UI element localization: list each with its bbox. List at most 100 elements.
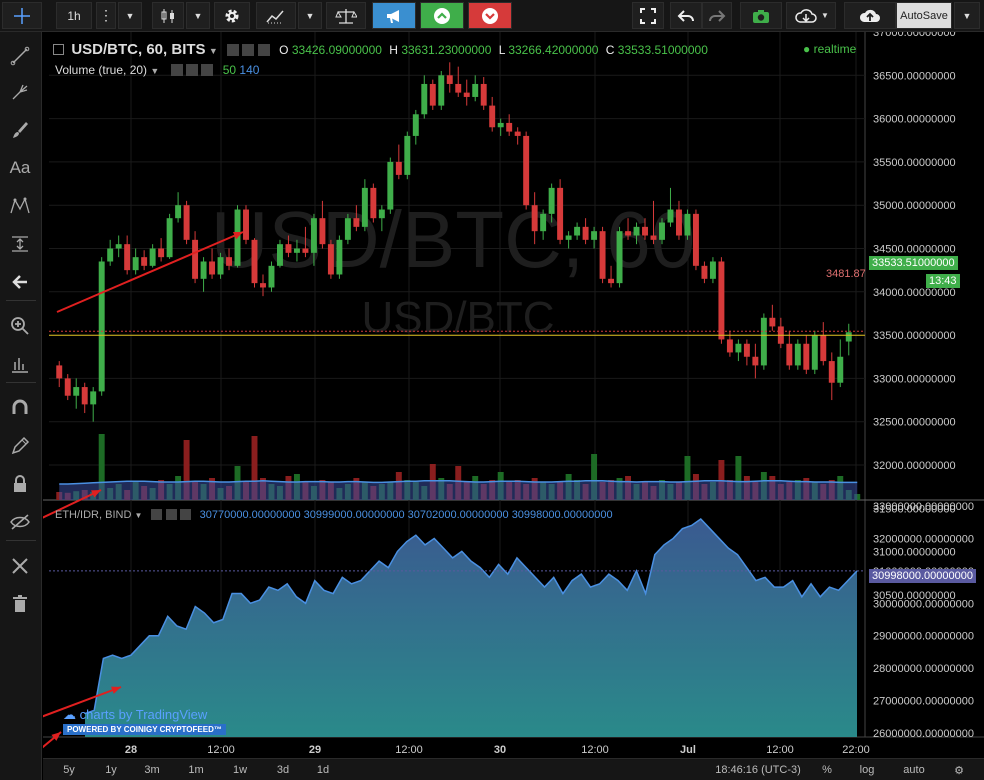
candle-body (455, 83, 462, 93)
brush-tool[interactable] (4, 116, 36, 144)
lock-tool[interactable] (4, 470, 36, 498)
close-icon[interactable] (201, 64, 214, 76)
range-1y[interactable]: 1y (97, 762, 125, 778)
range-1m[interactable]: 1m (182, 762, 210, 778)
save-dropdown-button[interactable]: ▼ (954, 2, 980, 29)
sidebar-divider (6, 540, 36, 541)
pitchfork-tool[interactable] (4, 78, 36, 106)
range-1d[interactable]: 1d (309, 762, 337, 778)
volume-title[interactable]: Volume (true, 20) (55, 63, 147, 77)
auto-toggle[interactable]: auto (899, 762, 929, 778)
compare-button[interactable] (326, 2, 366, 29)
chevron-down-icon[interactable]: ▼ (150, 66, 159, 76)
fullscreen-icon (640, 7, 656, 24)
chart-type-button[interactable] (152, 2, 184, 29)
candle-body (565, 235, 572, 240)
candle-body (709, 261, 716, 279)
trend-line-tool[interactable] (4, 42, 36, 70)
magnet-tool[interactable] (4, 394, 36, 422)
candle-body (633, 226, 640, 236)
cloud-icon: ☁ (63, 707, 76, 722)
interval-button[interactable]: 1h (56, 2, 92, 29)
chart-area[interactable]: 37000.00000000 36500.00000000 36000.000000… (43, 32, 984, 758)
candle-body (828, 361, 835, 383)
price-tick-label: 37000.00000000 (873, 32, 956, 39)
candle-body (616, 231, 623, 284)
realtime-label: realtime (813, 42, 857, 56)
candle-body (752, 356, 759, 366)
crosshair-tool-button[interactable] (2, 2, 42, 29)
close-icon[interactable] (257, 44, 270, 56)
redo-button[interactable] (702, 2, 732, 29)
buy-button[interactable] (420, 2, 464, 29)
coinigy-branding: POWERED BY COINIGY CRYPTOFEED™ (63, 724, 226, 735)
interval-menu-button[interactable]: ⋮ (96, 2, 116, 29)
load-chart-button[interactable]: ▼ (786, 2, 836, 29)
settings-button[interactable] (214, 2, 250, 29)
lower-tick-label: 32000000.00000000 (873, 533, 974, 545)
bar-pattern-tool[interactable] (4, 350, 36, 378)
candle-body (107, 248, 114, 262)
measure-tool[interactable] (4, 230, 36, 258)
fullscreen-button[interactable] (632, 2, 664, 29)
tradingview-branding[interactable]: ☁ charts by TradingView (63, 707, 207, 723)
range-1w[interactable]: 1w (226, 762, 254, 778)
interval-dropdown-button[interactable]: ▼ (118, 2, 142, 29)
autosave-button[interactable]: AutoSave (896, 2, 952, 29)
chevron-down-icon[interactable]: ▼ (134, 511, 142, 520)
sell-button[interactable] (468, 2, 512, 29)
clock[interactable]: 18:46:16 (UTC-3) (703, 762, 813, 778)
range-3m[interactable]: 3m (138, 762, 166, 778)
wrench-icon (12, 558, 28, 574)
indicators-dropdown-button[interactable]: ▼ (298, 2, 322, 29)
gear-icon[interactable] (151, 509, 163, 520)
main-legend: USD/BTC, 60, BITS ▼ O 33426.09000000 H 3… (53, 41, 708, 58)
symbol-title[interactable]: USD/BTC, 60, BITS (71, 41, 205, 58)
chevron-down-icon: ▼ (125, 10, 135, 21)
trash-icon (13, 595, 27, 612)
gear-icon[interactable]: ⚙ (949, 762, 969, 778)
chart-canvas[interactable]: 37000.00000000 36500.00000000 36000.000000… (43, 32, 984, 758)
lower-symbol[interactable]: ETH/IDR, BIND (55, 509, 131, 521)
candle-body (310, 218, 317, 253)
high-value: 33631.23000000 (401, 43, 492, 57)
gear-icon[interactable] (186, 64, 198, 76)
chart-type-dropdown-button[interactable]: ▼ (186, 2, 210, 29)
price-tick-label: 36000.00000000 (873, 114, 956, 126)
candle-body (820, 335, 827, 362)
stay-drawing-tool[interactable] (4, 432, 36, 460)
hide-drawings-tool[interactable] (4, 508, 36, 536)
log-toggle[interactable]: log (855, 762, 879, 778)
text-tool[interactable]: Aa (4, 154, 36, 182)
candle-body (370, 187, 377, 219)
save-chart-button[interactable] (844, 2, 896, 29)
autosave-label: AutoSave (900, 9, 948, 22)
eye-icon[interactable] (170, 64, 183, 76)
collapse-icon[interactable] (53, 44, 64, 55)
range-3d[interactable]: 3d (269, 762, 297, 778)
candle-body (548, 187, 555, 214)
alert-button[interactable] (372, 2, 416, 29)
close-icon[interactable] (179, 509, 191, 520)
zoom-tool[interactable] (4, 312, 36, 340)
time-tick-label: 30 (494, 744, 506, 756)
object-tree-tool[interactable] (4, 552, 36, 580)
settings-icon[interactable] (165, 509, 177, 520)
candle-body (387, 161, 394, 210)
settings-icon[interactable] (242, 44, 255, 56)
candle-body (497, 122, 504, 128)
price-tick-label: 31000.00000000 (873, 547, 956, 559)
candle-body (285, 244, 292, 253)
remove-drawings-tool[interactable] (4, 590, 36, 618)
gear-icon[interactable] (227, 44, 240, 56)
undo-button[interactable] (670, 2, 702, 29)
candle-body (845, 332, 852, 342)
percent-toggle[interactable]: % (817, 762, 837, 778)
screenshot-button[interactable] (740, 2, 782, 29)
lower-value-4: 30998000.00000000 (511, 509, 613, 521)
pattern-tool[interactable] (4, 192, 36, 220)
range-5y[interactable]: 5y (55, 762, 83, 778)
chevron-down-icon[interactable]: ▼ (209, 46, 218, 56)
indicators-button[interactable] (256, 2, 296, 29)
back-tool[interactable] (4, 268, 36, 296)
